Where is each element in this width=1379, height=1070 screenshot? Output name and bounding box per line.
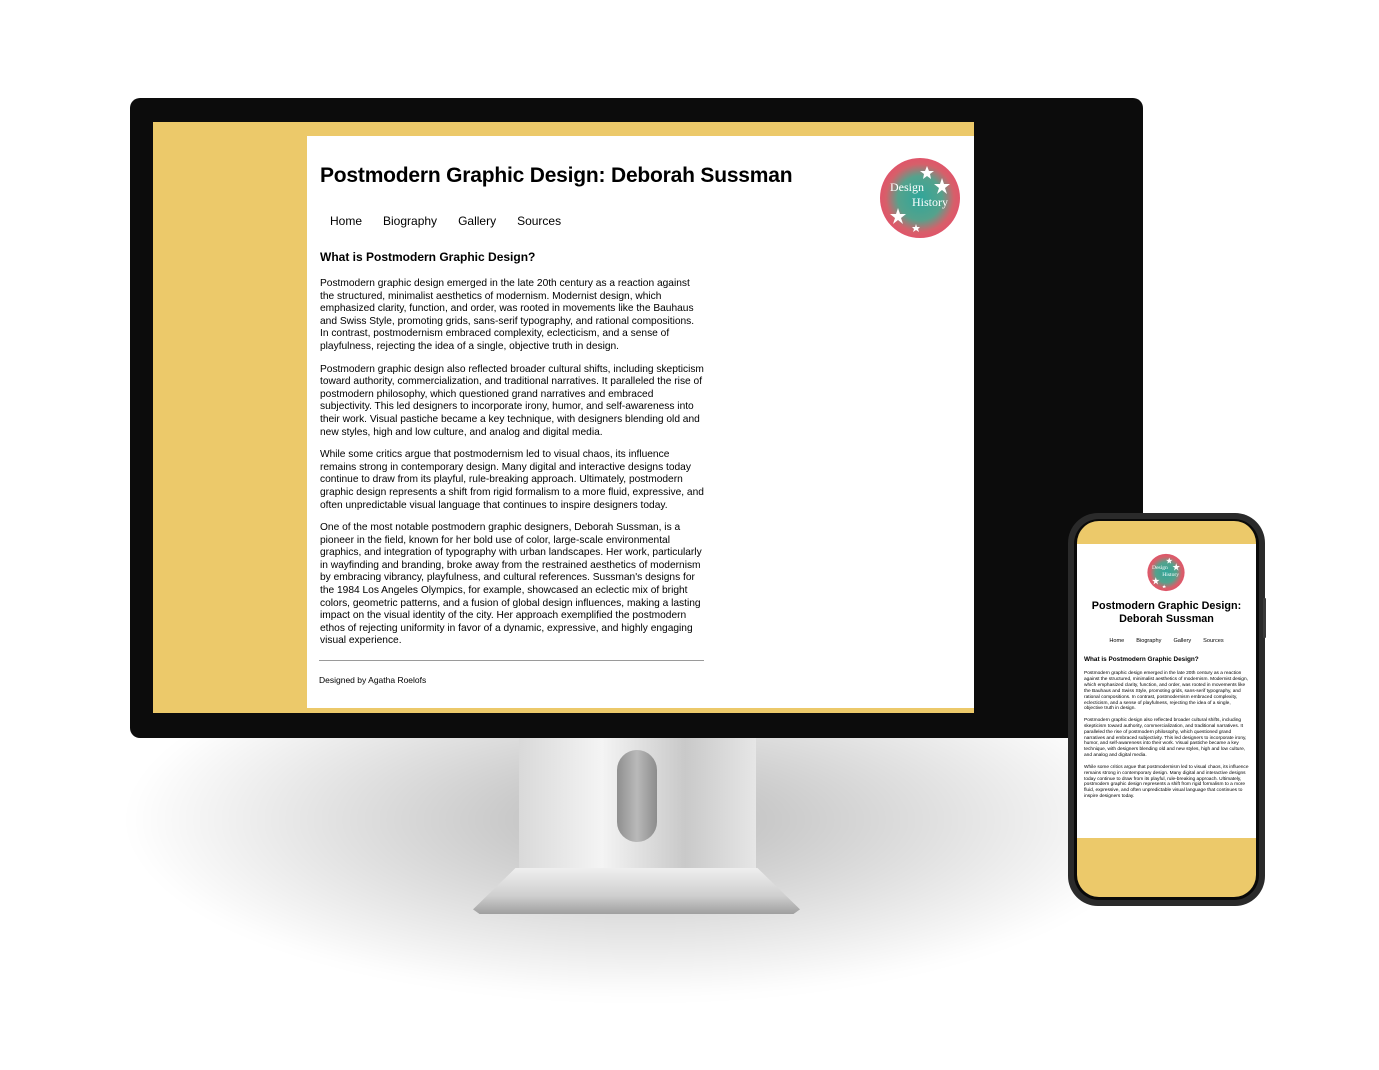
article: Postmodern graphic design emerged in the… [1084, 671, 1250, 806]
nav-sources[interactable]: Sources [1203, 638, 1224, 644]
paragraph: While some critics argue that postmodern… [1084, 764, 1249, 800]
nav-sources[interactable]: Sources [517, 214, 561, 228]
paragraph: One of the most notable postmodern graph… [320, 522, 702, 647]
article: Postmodern graphic design emerged in the… [320, 278, 704, 658]
footer-credit: Designed by Agatha Roelofs [319, 675, 427, 685]
footer-divider [319, 660, 704, 661]
main-nav: Home Biography Gallery Sources [330, 214, 582, 228]
mobile-webpage: Design History Postmodern Graphic Design… [1077, 544, 1256, 838]
nav-gallery[interactable]: Gallery [458, 214, 496, 228]
desktop-webpage: Postmodern Graphic Design: Deborah Sussm… [307, 136, 974, 708]
design-history-logo[interactable]: Design History [880, 154, 960, 240]
paragraph: Postmodern graphic design also reflected… [1084, 717, 1247, 759]
nav-home[interactable]: Home [1109, 638, 1124, 644]
section-heading: What is Postmodern Graphic Design? [1084, 656, 1199, 663]
design-history-logo[interactable]: Design History [1147, 552, 1185, 592]
nav-biography[interactable]: Biography [383, 214, 437, 228]
monitor-stand-base [473, 868, 800, 914]
nav-home[interactable]: Home [330, 214, 362, 228]
monitor-stand-cutout [617, 750, 657, 842]
paragraph: Postmodern graphic design emerged in the… [320, 278, 695, 352]
paragraph: While some critics argue that postmodern… [320, 449, 704, 511]
logo-text-design: Design [1152, 565, 1168, 571]
paragraph: Postmodern graphic design emerged in the… [1084, 671, 1248, 712]
page-title: Postmodern Graphic Design: Deborah Sussm… [1091, 600, 1242, 625]
logo-text-history: History [1162, 572, 1179, 578]
phone-screen: Design History Postmodern Graphic Design… [1077, 521, 1256, 897]
phone-side-button [1263, 598, 1266, 638]
section-heading: What is Postmodern Graphic Design? [320, 250, 536, 264]
logo-text-design: Design [890, 180, 924, 194]
nav-gallery[interactable]: Gallery [1173, 638, 1191, 644]
paragraph: Postmodern graphic design also reflected… [320, 363, 704, 438]
page-title: Postmodern Graphic Design: Deborah Sussm… [320, 164, 793, 187]
nav-biography[interactable]: Biography [1136, 638, 1161, 644]
main-nav: Home Biography Gallery Sources [1077, 638, 1256, 644]
logo-text-history: History [912, 195, 948, 209]
